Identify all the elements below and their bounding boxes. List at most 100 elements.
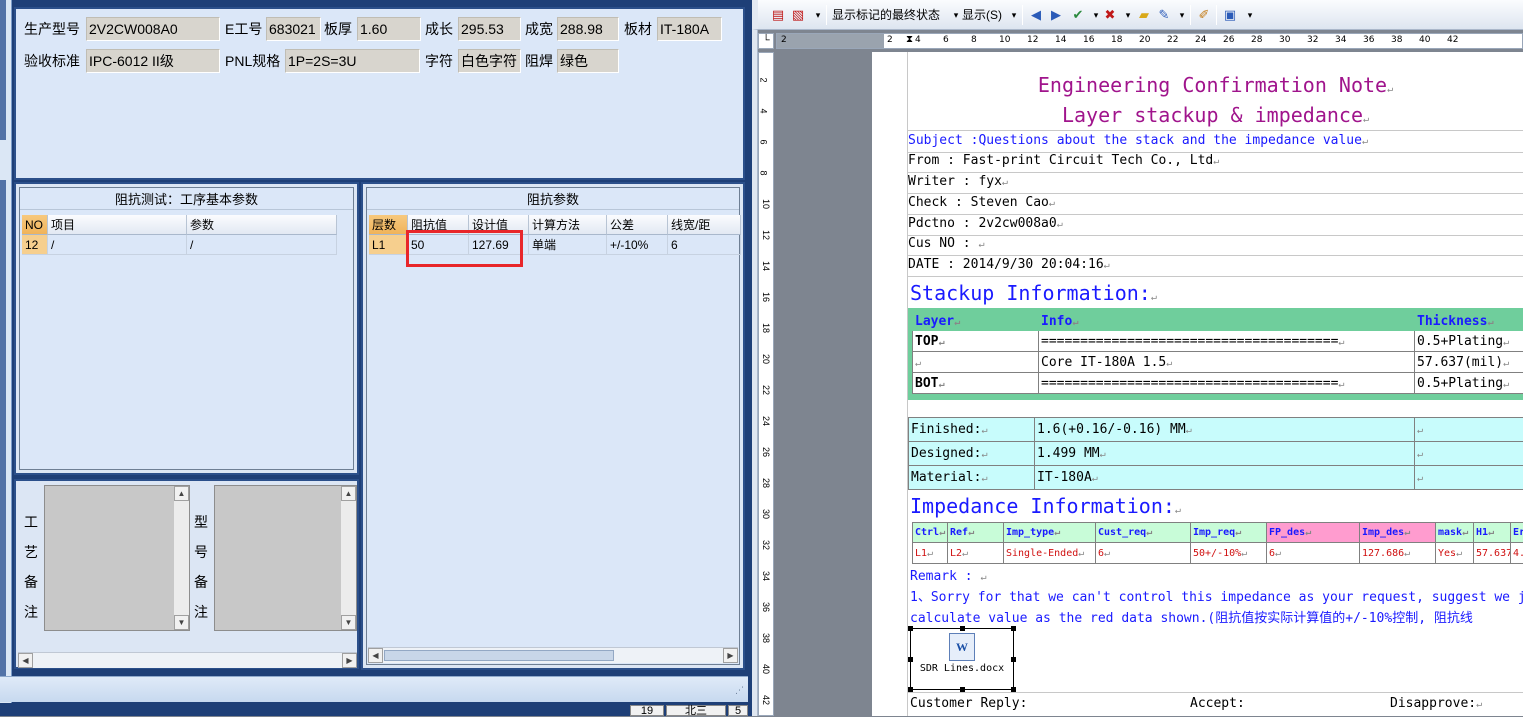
scroll-down-arrow-icon[interactable]: ▼	[174, 615, 189, 630]
model-notes-textarea[interactable]: ▲ ▼	[214, 485, 357, 631]
toolbar-options-icon[interactable]: ▾	[1242, 7, 1258, 23]
track-changes-icon[interactable]: ✐	[1196, 7, 1212, 23]
growth-field[interactable]: 295.53	[458, 17, 521, 41]
imp-header-cell: Imp_type↵	[1004, 523, 1096, 543]
stack-row-thickness: 57.637(mil)↵	[1415, 352, 1523, 373]
scroll-down-arrow-icon[interactable]: ▼	[341, 615, 356, 630]
stack-row-layer: TOP↵	[913, 331, 1039, 352]
highlight-icon[interactable]: ✎	[1156, 7, 1172, 23]
comment-icon[interactable]: ▰	[1136, 7, 1152, 23]
show-menu[interactable]: 显示(S)	[962, 7, 1002, 23]
eworker-field[interactable]: 683021	[266, 17, 321, 41]
stack-row-layer: BOT↵	[913, 373, 1039, 394]
imp-data-cell: 4.	[1511, 543, 1523, 564]
vruler-tick-label: 12	[761, 230, 771, 240]
grid-header-method[interactable]: 计算方法	[529, 215, 607, 235]
ruler-tick-label: 32	[1307, 35, 1318, 45]
model-label: 生产型号	[24, 19, 80, 39]
reviewing-toolbar: ▤ ▧ ▾ 显示标记的最终状态 ▾ 显示(S) ▾ ◀ ▶ ✔ ▾ ✖ ▾ ▰ …	[752, 0, 1523, 30]
chevron-down-icon[interactable]: ▾	[1174, 7, 1190, 23]
pdf-export-icon[interactable]: ▧	[790, 7, 806, 23]
growth-label: 成长	[425, 19, 453, 39]
ruler-tick-label: 2	[781, 35, 787, 45]
imp-header-cell: Er	[1511, 523, 1523, 543]
scroll-thumb[interactable]	[384, 650, 614, 661]
standard-field[interactable]: IPC-6012 II级	[86, 49, 220, 73]
accept-change-icon[interactable]: ✔	[1070, 7, 1086, 23]
standard-label: 验收标准	[24, 51, 80, 71]
view-state-label[interactable]: 显示标记的最终状态	[832, 7, 940, 23]
notes-horizontal-scrollbar[interactable]: ◀ ▶	[18, 652, 357, 668]
table-row-item[interactable]: /	[48, 235, 187, 255]
process-notes-textarea[interactable]: ▲ ▼	[44, 485, 190, 631]
impedance-heading: Impedance Information:↵	[910, 493, 1181, 524]
stack-header-layer: Layer↵	[913, 313, 1039, 331]
stack-row-layer: ↵	[913, 352, 1039, 373]
thickness-field[interactable]: 1.60	[357, 17, 421, 41]
horizontal-scrollbar[interactable]: ◀ ▶	[368, 647, 738, 663]
scroll-up-arrow-icon[interactable]: ▲	[341, 486, 356, 501]
table-row-method[interactable]: 单端	[529, 235, 607, 255]
imp-data-cell: Single-Ended↵	[1004, 543, 1096, 564]
vertical-ruler[interactable]: 24681012141618202224262830323436384042	[758, 52, 774, 716]
scroll-left-arrow-icon[interactable]: ◀	[18, 653, 33, 668]
page-tail-box: 5	[728, 705, 748, 716]
ruler-tick-label: 6	[943, 35, 949, 45]
vruler-tick-label: 26	[761, 447, 771, 457]
material-field[interactable]: IT-180A	[657, 17, 722, 41]
highlight-box	[406, 230, 523, 267]
material-label: 板材	[624, 19, 652, 39]
impedance-table: Ctrl↵Ref↵Imp_type↵Cust_req↵Imp_req↵FP_de…	[912, 522, 1523, 564]
grid-header-width[interactable]: 线宽/距	[668, 215, 741, 235]
stackup-table: Layer↵ Info↵ Thickness↵ TOP↵ ===========…	[912, 312, 1523, 394]
imp-header-cell: mask↵	[1436, 523, 1474, 543]
model-field[interactable]: 2V2CW008A0	[86, 17, 220, 41]
table-row-tolerance[interactable]: +/-10%	[607, 235, 668, 255]
ruler-tick-label: 8	[971, 35, 977, 45]
vruler-tick-label: 20	[761, 354, 771, 364]
char-field[interactable]: 白色字符	[458, 49, 521, 73]
attachment-name: SDR Lines.docx	[911, 663, 1013, 674]
mask-field[interactable]: 绿色	[557, 49, 619, 73]
process-notes-scrollbar[interactable]: ▲ ▼	[173, 486, 189, 630]
chevron-down-icon[interactable]: ▾	[1120, 7, 1136, 23]
table-row-layer[interactable]: L1	[369, 235, 408, 255]
vruler-tick-label: 34	[761, 571, 771, 581]
reviewing-pane-icon[interactable]: ▣	[1222, 7, 1238, 23]
next-change-icon[interactable]: ▶	[1048, 7, 1064, 23]
vruler-tick-label: 36	[761, 602, 771, 612]
pnl-field[interactable]: 1P=2S=3U	[285, 49, 420, 73]
scroll-left-arrow-icon[interactable]: ◀	[368, 648, 383, 663]
resize-grip-icon[interactable]: ⋰	[735, 685, 744, 696]
indent-marker-icon[interactable]: ⧗	[906, 34, 913, 45]
vruler-tick-label: 18	[761, 323, 771, 333]
grid-header-no[interactable]: NO	[22, 215, 48, 235]
word-document-icon: W	[949, 633, 975, 661]
toolbar-options-icon[interactable]: ▾	[810, 7, 826, 23]
doc-date: DATE : 2014/9/30 20:04:16↵	[908, 255, 1523, 277]
grid-header-param[interactable]: 参数	[187, 215, 337, 235]
grid-header-layer[interactable]: 层数	[369, 215, 408, 235]
yield-field[interactable]: 288.98	[557, 17, 619, 41]
grid-header-item[interactable]: 项目	[48, 215, 187, 235]
table-row-no[interactable]: 12	[22, 235, 48, 255]
scroll-right-arrow-icon[interactable]: ▶	[342, 653, 357, 668]
table-row-width[interactable]: 6	[668, 235, 741, 255]
horizontal-ruler[interactable]: 224681012141618202224262830323436384042 …	[776, 33, 1523, 49]
scroll-up-arrow-icon[interactable]: ▲	[174, 486, 189, 501]
model-notes-scrollbar[interactable]: ▲ ▼	[340, 486, 356, 630]
stack-row-info: ======================================↵	[1039, 373, 1415, 394]
reject-change-icon[interactable]: ✖	[1102, 7, 1118, 23]
previous-change-icon[interactable]: ◀	[1028, 7, 1044, 23]
attachment-object[interactable]: W SDR Lines.docx	[910, 628, 1014, 690]
scroll-right-arrow-icon[interactable]: ▶	[723, 648, 738, 663]
document-page[interactable]: Engineering Confirmation Note↵ Layer sta…	[872, 52, 1523, 716]
page-number-box: 19	[630, 705, 664, 716]
grid-header-tolerance[interactable]: 公差	[607, 215, 668, 235]
ruler-tick-label: 24	[1195, 35, 1206, 45]
table-row-param[interactable]: /	[187, 235, 337, 255]
chevron-down-icon[interactable]: ▾	[1006, 7, 1022, 23]
pdf-icon[interactable]: ▤	[770, 7, 786, 23]
notes-panel: 工艺备注 ▲ ▼ 型号备注 ▲ ▼ ◀ ▶	[14, 479, 359, 669]
tab-selector-icon[interactable]: └	[758, 33, 774, 49]
